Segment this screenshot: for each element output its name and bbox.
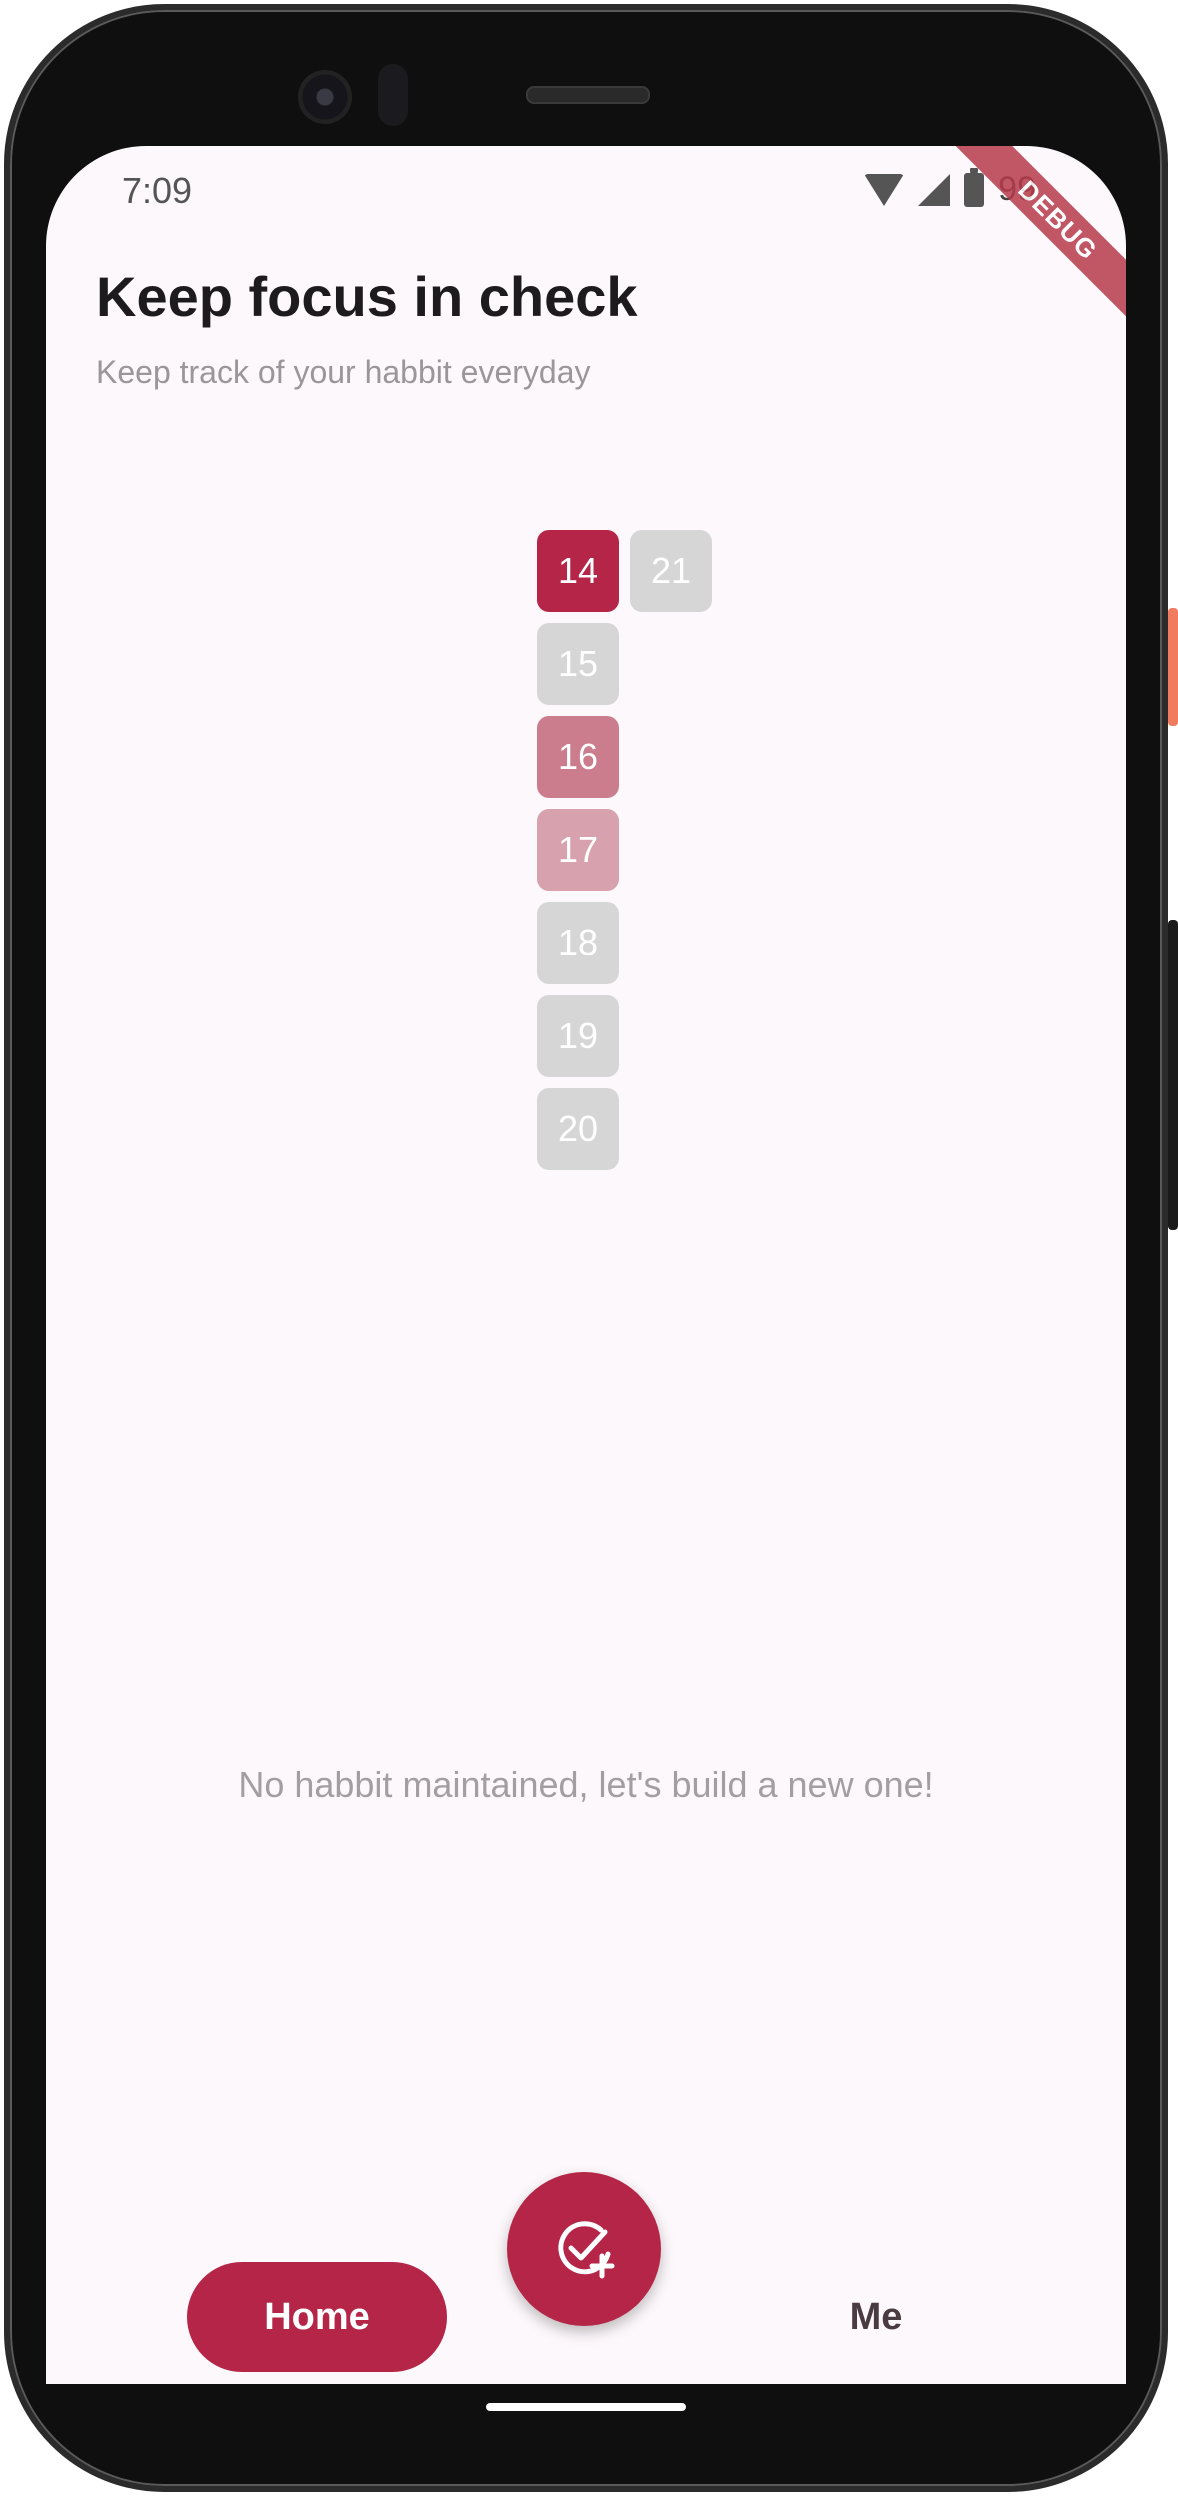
home-indicator[interactable]	[486, 2403, 686, 2411]
earpiece-speaker	[526, 86, 650, 104]
nav-me-tab[interactable]: Me	[806, 2262, 946, 2372]
add-habit-button[interactable]	[507, 2172, 661, 2326]
calendar-day-cell[interactable]: 17	[537, 809, 619, 891]
nav-home-tab[interactable]: Home	[187, 2262, 447, 2372]
add-check-icon	[558, 2221, 615, 2279]
calendar-day-cell[interactable]: 15	[537, 623, 619, 705]
page-subtitle: Keep track of your habbit everyday	[96, 354, 591, 390]
calendar-day-cell[interactable]: 20	[537, 1088, 619, 1170]
calendar-day-cell[interactable]: 18	[537, 902, 619, 984]
habit-calendar-grid: 14 15 16 17 18 19 20 21	[537, 530, 737, 1190]
calendar-day-cell[interactable]: 19	[537, 995, 619, 1077]
proximity-sensor	[378, 64, 408, 126]
power-button	[1168, 608, 1178, 726]
calendar-day-cell[interactable]: 16	[537, 716, 619, 798]
app-screen: 7:09 99 DEBUG Keep focus in check Keep t…	[46, 146, 1126, 2384]
empty-state-message: No habbit maintained, let's build a new …	[238, 1764, 934, 1805]
wifi-icon	[864, 173, 905, 206]
battery-icon	[964, 167, 985, 207]
calendar-day-cell[interactable]: 14	[537, 530, 619, 612]
front-camera	[298, 70, 352, 124]
phone-device: 7:09 99 DEBUG Keep focus in check Keep t…	[0, 0, 1178, 2498]
status-time: 7:09	[122, 170, 193, 211]
page-title: Keep focus in check	[96, 265, 638, 328]
signal-icon	[918, 173, 951, 206]
calendar-day-cell[interactable]: 21	[630, 530, 712, 612]
volume-button	[1168, 920, 1178, 1230]
